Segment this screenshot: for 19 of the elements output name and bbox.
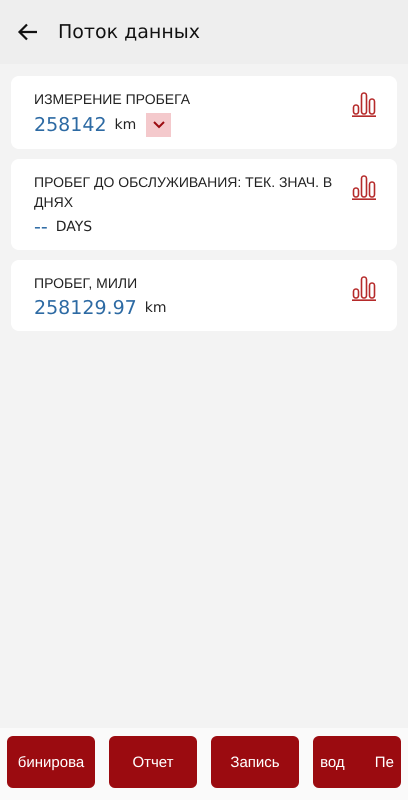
parameter-unit: km	[114, 117, 136, 133]
action-button[interactable]: вод Пе	[313, 736, 401, 788]
parameter-value: --	[34, 216, 48, 238]
parameter-name: ИЗМЕРЕНИЕ ПРОБЕГА	[34, 90, 190, 109]
screen-title: Поток данных	[58, 21, 200, 43]
action-button[interactable]: Запись	[211, 736, 299, 788]
bar-chart-icon[interactable]	[351, 91, 377, 117]
parameter-name: ПРОБЕГ, МИЛИ	[34, 274, 138, 293]
bar-chart-icon[interactable]	[351, 174, 377, 200]
dropdown-button[interactable]	[146, 113, 172, 137]
parameter-unit: km	[144, 300, 166, 316]
parameter-name: ПРОБЕГ ДО ОБСЛУЖИВАНИЯ: ТЕК. ЗНАЧ. В ДНЯХ	[34, 173, 334, 212]
chevron-down-icon	[152, 120, 166, 130]
action-button[interactable]: бинирова	[7, 736, 95, 788]
parameter-unit: DAYS	[56, 219, 92, 235]
bar-chart-icon[interactable]	[351, 275, 377, 301]
action-button[interactable]: Отчет	[109, 736, 197, 788]
parameter-value: 258129.97	[34, 297, 137, 319]
parameter-value: 258142	[34, 114, 107, 136]
